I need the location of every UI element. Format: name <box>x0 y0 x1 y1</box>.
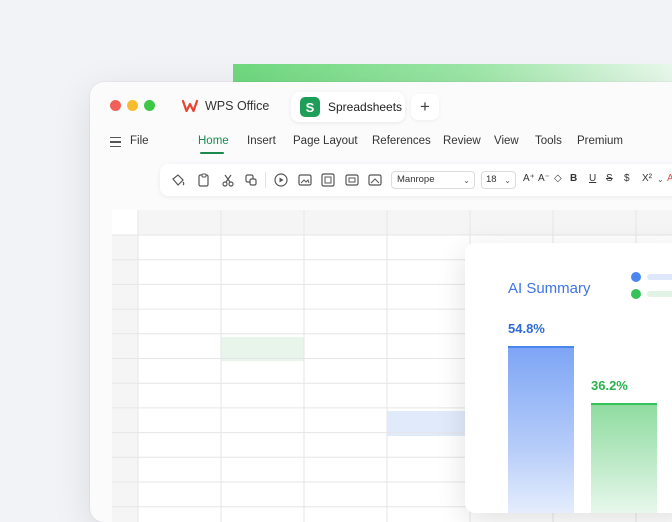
tab-view[interactable]: View <box>494 135 519 147</box>
legend-bar-blue <box>647 274 672 280</box>
chart-bar <box>591 402 657 513</box>
close-window-button[interactable] <box>110 100 121 111</box>
title-bar: WPS Office S Spreadsheets + <box>90 82 672 128</box>
decrease-font-button[interactable]: A⁻ <box>538 173 550 184</box>
wps-logo-icon <box>182 99 199 113</box>
bold-button[interactable]: B <box>570 173 577 184</box>
legend-dot-green <box>631 289 641 299</box>
tab-spreadsheets[interactable]: S Spreadsheets <box>291 92 405 122</box>
ai-summary-title: AI Summary <box>508 280 591 297</box>
decorative-stripe <box>233 64 672 82</box>
tab-references[interactable]: References <box>372 135 431 147</box>
currency-button[interactable]: $ <box>624 173 630 184</box>
paste-icon[interactable] <box>196 172 212 188</box>
bar-value-label: 54.8% <box>508 321 545 336</box>
chart-bar <box>508 346 574 513</box>
chevron-down-icon: ⌄ <box>463 176 470 185</box>
legend-bar-green <box>647 291 672 297</box>
tab-home[interactable]: Home <box>198 135 229 147</box>
spreadsheet-icon: S <box>300 97 320 117</box>
photo-icon[interactable] <box>367 172 383 188</box>
chevron-down-icon[interactable]: ⌄ <box>657 175 664 184</box>
cut-icon[interactable] <box>220 172 236 188</box>
toolbar-divider <box>265 172 266 188</box>
tab-insert[interactable]: Insert <box>247 135 276 147</box>
app-home-tab[interactable]: WPS Office <box>182 94 269 118</box>
new-tab-button[interactable]: + <box>411 94 439 120</box>
menu-bar: File Home Insert Page Layout References … <box>90 128 672 158</box>
clear-format-button[interactable]: ◇ <box>554 173 562 184</box>
hamburger-icon[interactable] <box>110 137 121 148</box>
play-icon[interactable] <box>273 172 289 188</box>
minimize-window-button[interactable] <box>127 100 138 111</box>
superscript-button[interactable]: X² <box>642 173 652 184</box>
tab-review[interactable]: Review <box>443 135 481 147</box>
ribbon-toolbar: Manrope ⌄ 18 ⌄ A⁺ A⁻ ◇ B U S $ X² ⌄ A <box>160 164 672 196</box>
tab-tools[interactable]: Tools <box>535 135 562 147</box>
app-name: WPS Office <box>205 99 270 113</box>
image-icon[interactable] <box>297 172 313 188</box>
underline-button[interactable]: U <box>589 173 596 184</box>
bar-value-label: 36.2% <box>591 377 628 393</box>
copy-format-icon[interactable] <box>243 172 259 188</box>
legend-dot-blue <box>631 272 641 282</box>
tab-page-layout[interactable]: Page Layout <box>293 135 358 147</box>
strikethrough-button[interactable]: S <box>606 173 613 184</box>
picture-frame-icon[interactable] <box>344 172 360 188</box>
increase-font-button[interactable]: A⁺ <box>523 173 535 184</box>
font-family-value: Manrope <box>397 174 435 185</box>
paint-bucket-icon[interactable] <box>170 172 186 188</box>
font-size-value: 18 <box>486 174 497 185</box>
active-tab-indicator <box>200 152 224 154</box>
tab-premium[interactable]: Premium <box>577 135 623 147</box>
maximize-window-button[interactable] <box>144 100 155 111</box>
ai-summary-card[interactable]: AI Summary 54.8% 36.2% <box>465 243 672 513</box>
file-menu[interactable]: File <box>130 135 149 147</box>
chart-icon[interactable] <box>320 172 336 188</box>
font-color-icon[interactable]: A <box>667 173 672 184</box>
chevron-down-icon: ⌄ <box>504 176 511 185</box>
doc-tab-label: Spreadsheets <box>328 100 403 114</box>
font-family-select[interactable]: Manrope ⌄ <box>391 171 475 189</box>
font-size-select[interactable]: 18 ⌄ <box>481 171 516 189</box>
